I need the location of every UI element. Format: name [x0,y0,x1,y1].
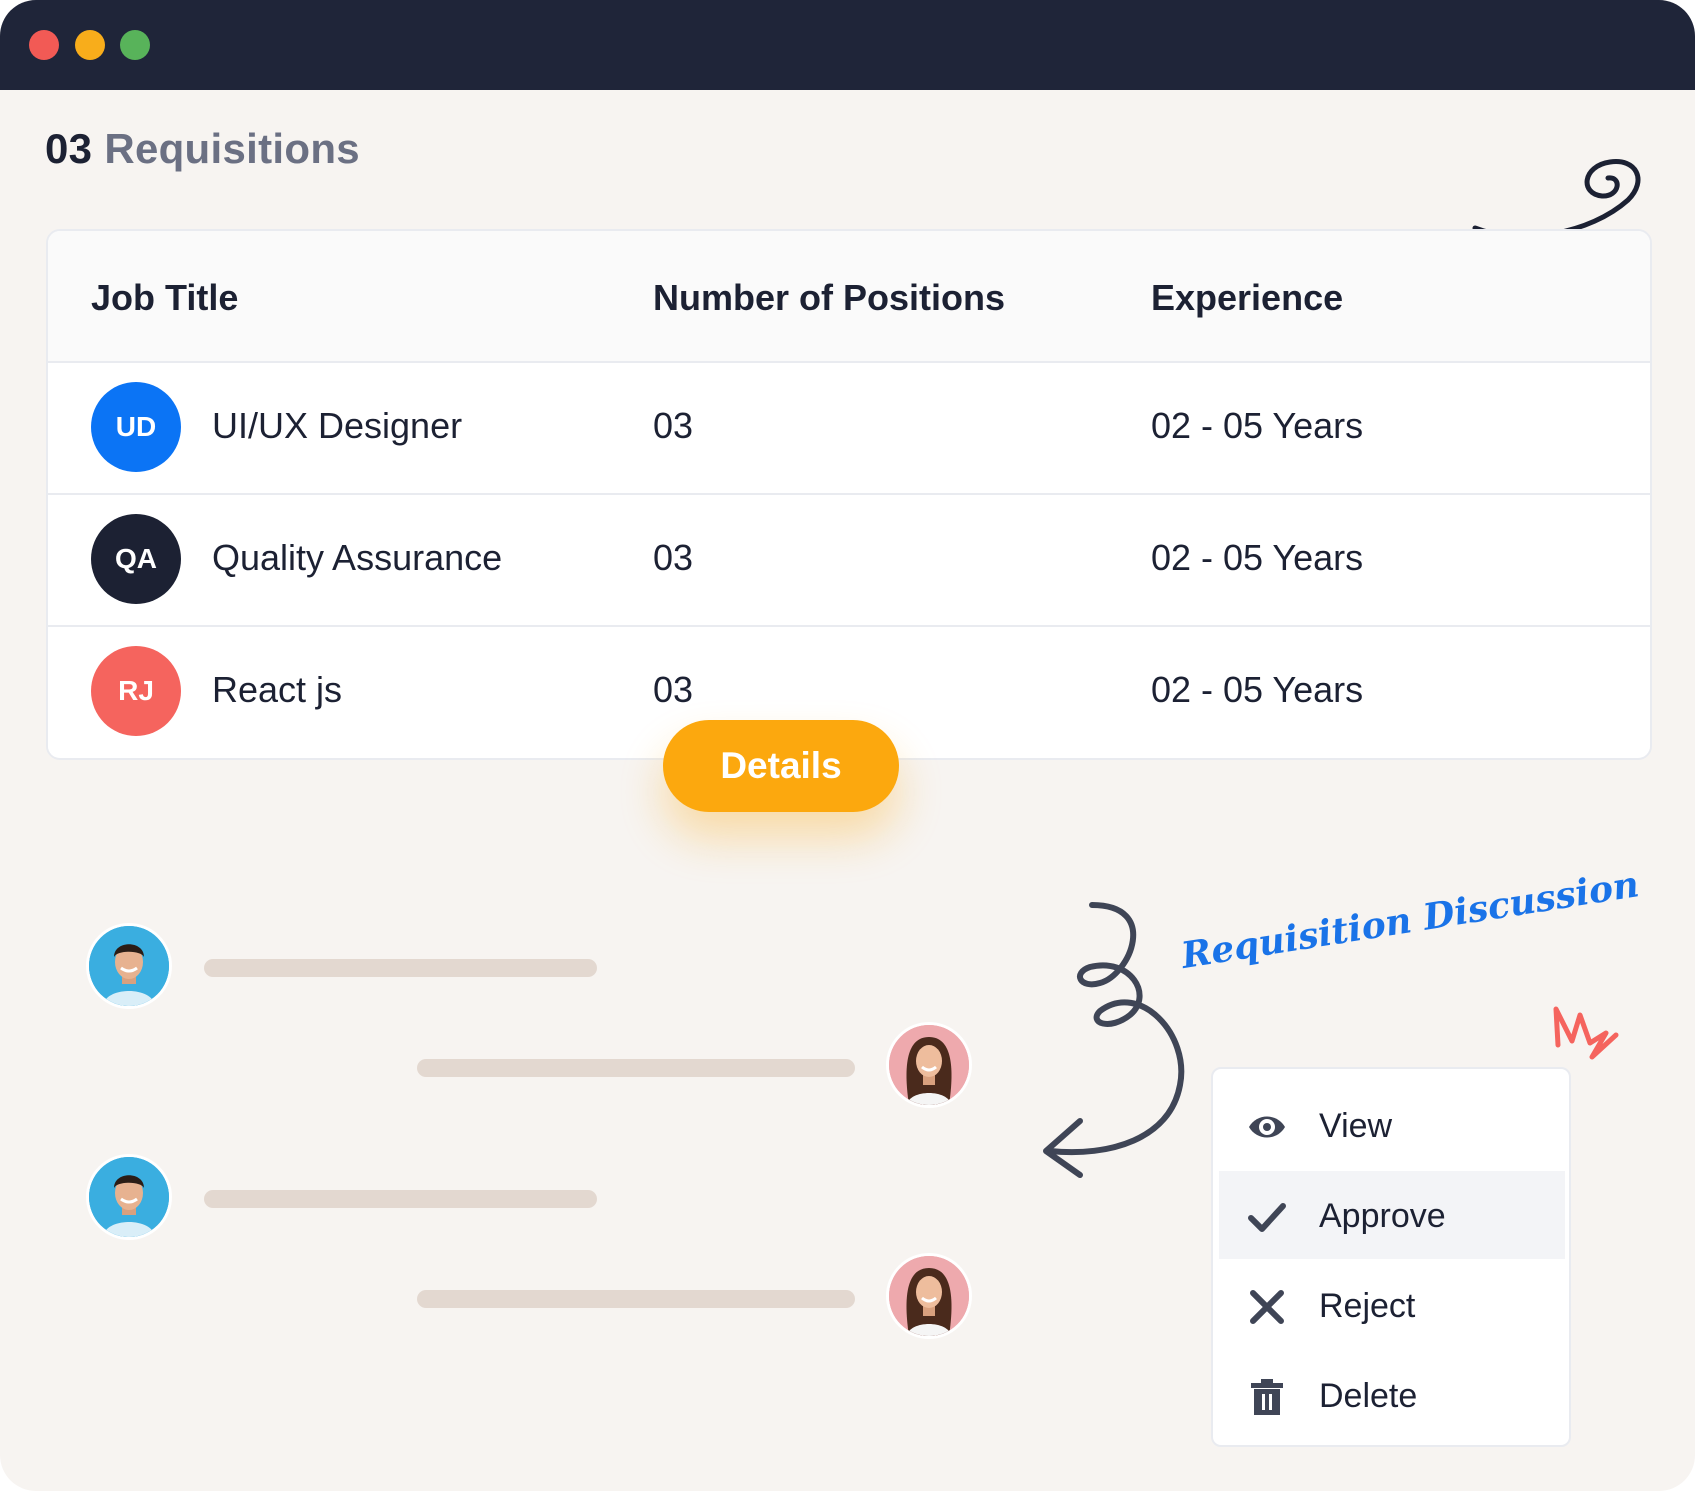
eye-icon [1249,1116,1285,1138]
column-header-job-title[interactable]: Job Title [91,277,238,319]
page-title: 03 Requisitions [45,125,360,173]
requisition-discussion-label: Requisition Discussion [1178,863,1642,977]
window-titlebar [0,0,1695,90]
menu-item-delete[interactable]: Delete [1219,1351,1565,1439]
minimize-window-button[interactable] [75,30,105,60]
female-user-icon [889,1025,969,1105]
avatar [886,1253,972,1339]
job-initials-badge: QA [91,514,181,604]
message-placeholder [204,959,597,977]
avatar [86,923,172,1009]
male-user-icon [89,926,169,1006]
positions-cell: 03 [653,405,694,446]
avatar [886,1022,972,1108]
job-initials-badge: RJ [91,646,181,736]
requisition-count: 03 [45,125,93,172]
app-window: 03 Requisitions Job Title Number of Posi… [0,0,1695,1491]
menu-item-approve[interactable]: Approve [1219,1171,1565,1259]
close-icon [1250,1290,1284,1324]
check-icon [1248,1203,1286,1232]
maximize-window-button[interactable] [120,30,150,60]
job-title-cell: UI/UX Designer [212,405,463,446]
table-row[interactable]: QA Quality Assurance 03 02 - 05 Years [48,495,1650,627]
menu-item-label: Delete [1319,1377,1418,1415]
menu-item-label: Reject [1319,1287,1416,1325]
message-placeholder [417,1290,855,1308]
menu-item-view[interactable]: View [1219,1081,1565,1169]
job-initials-badge: UD [91,382,181,472]
message-placeholder [204,1190,597,1208]
positions-cell: 03 [653,669,694,710]
avatar [86,1154,172,1240]
table-header: Job Title Number of Positions Experience [48,231,1650,363]
table-row[interactable]: UD UI/UX Designer 03 02 - 05 Years [48,363,1650,495]
experience-cell: 02 - 05 Years [1151,537,1364,578]
menu-item-reject[interactable]: Reject [1219,1261,1565,1349]
column-header-experience[interactable]: Experience [1151,277,1343,319]
trash-icon [1251,1379,1283,1415]
column-header-positions[interactable]: Number of Positions [653,277,1005,319]
requisitions-table: Job Title Number of Positions Experience… [46,229,1652,760]
female-user-icon [889,1256,969,1336]
details-button[interactable]: Details [663,720,899,812]
close-window-button[interactable] [29,30,59,60]
action-menu: View Approve Reject Delete [1211,1067,1571,1447]
message-placeholder [417,1059,855,1077]
menu-item-label: View [1319,1107,1393,1145]
job-title-cell: React js [212,669,343,710]
menu-item-label: Approve [1319,1197,1446,1235]
page-title-label: Requisitions [104,125,360,172]
experience-cell: 02 - 05 Years [1151,669,1364,710]
positions-cell: 03 [653,537,694,578]
experience-cell: 02 - 05 Years [1151,405,1364,446]
job-title-cell: Quality Assurance [212,537,503,578]
scribble-mark-icon [1553,1006,1619,1060]
male-user-icon [89,1157,169,1237]
